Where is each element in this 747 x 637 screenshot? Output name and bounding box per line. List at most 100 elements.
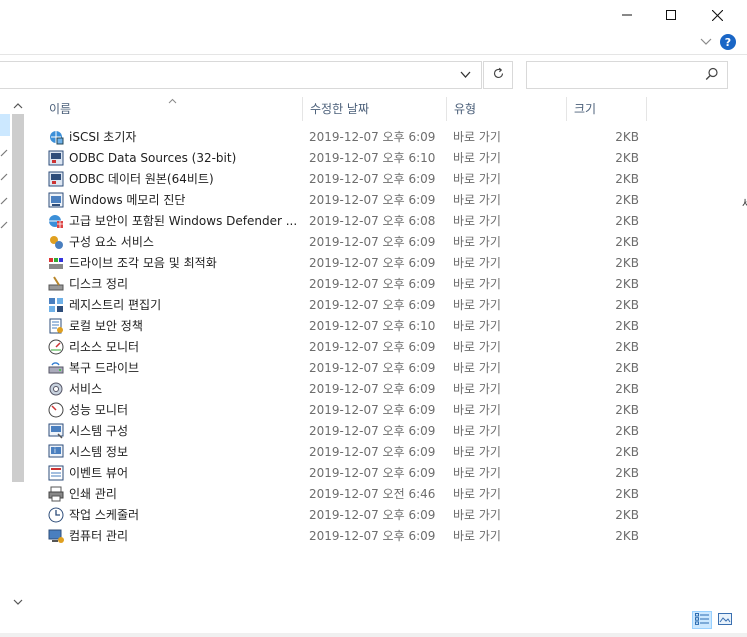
event-viewer-icon — [48, 465, 64, 481]
component-services-icon — [48, 234, 64, 250]
file-row[interactable]: i 시스템 정보 2019-12-07 오후 6:09 바로 가기 2KB — [44, 442, 646, 463]
file-type: 바로 가기 — [453, 445, 501, 459]
file-row[interactable]: 로컬 보안 정책 2019-12-07 오후 6:10 바로 가기 2KB — [44, 316, 646, 337]
odbc-icon — [48, 171, 64, 187]
scroll-down-button[interactable] — [13, 595, 23, 609]
minimize-button[interactable] — [604, 0, 650, 30]
refresh-button[interactable] — [483, 61, 513, 89]
file-date: 2019-12-07 오후 6:09 — [309, 508, 436, 522]
file-size: 2KB — [615, 235, 639, 249]
file-name: 컴퓨터 관리 — [69, 529, 129, 543]
file-name: 고급 보안이 포함된 Windows Defender ... — [69, 214, 298, 228]
file-size: 2KB — [615, 382, 639, 396]
file-size: 2KB — [615, 445, 639, 459]
registry-editor-icon — [48, 297, 64, 313]
file-name: 작업 스케줄러 — [69, 508, 140, 522]
task-scheduler-icon — [48, 507, 64, 523]
minimize-icon — [622, 10, 632, 20]
file-name: 드라이브 조각 모음 및 최적화 — [69, 256, 217, 270]
system-configuration-icon — [48, 423, 64, 439]
help-button[interactable]: ? — [720, 34, 736, 50]
file-size: 2KB — [615, 319, 639, 333]
file-row[interactable]: ODBC Data Sources (32-bit) 2019-12-07 오후 … — [44, 148, 646, 169]
details-view-button[interactable] — [692, 611, 712, 629]
file-date: 2019-12-07 오후 6:09 — [309, 298, 436, 312]
column-separator[interactable] — [566, 97, 567, 121]
file-row[interactable]: iSCSI 초기자 2019-12-07 오후 6:09 바로 가기 2KB — [44, 127, 646, 148]
recovery-drive-icon — [48, 360, 64, 376]
ribbon-expand-button[interactable] — [700, 36, 712, 50]
file-name: ODBC Data Sources (32-bit) — [69, 151, 237, 165]
file-size: 2KB — [615, 424, 639, 438]
file-name: 복구 드라이브 — [69, 361, 140, 375]
column-separator[interactable] — [646, 97, 647, 121]
scroll-up-button[interactable] — [13, 99, 23, 113]
file-row[interactable]: 서비스 2019-12-07 오후 6:09 바로 가기 2KB — [44, 379, 646, 400]
file-row[interactable]: 구성 요소 서비스 2019-12-07 오후 6:09 바로 가기 2KB — [44, 232, 646, 253]
pin-icon — [0, 146, 8, 157]
search-icon[interactable] — [705, 67, 719, 84]
column-header-size[interactable]: 크기 — [574, 97, 644, 121]
window-bottom-border — [0, 633, 747, 637]
address-dropdown-button[interactable] — [454, 61, 476, 89]
file-type: 바로 가기 — [453, 235, 501, 249]
file-row[interactable]: 드라이브 조각 모음 및 최적화 2019-12-07 오후 6:09 바로 가기 2… — [44, 253, 646, 274]
file-date: 2019-12-07 오후 6:10 — [309, 319, 436, 333]
column-separator[interactable] — [302, 97, 303, 121]
address-bar[interactable] — [0, 61, 482, 89]
large-icons-view-button[interactable] — [715, 611, 735, 629]
file-size: 2KB — [615, 361, 639, 375]
file-row[interactable]: 시스템 구성 2019-12-07 오후 6:09 바로 가기 2KB — [44, 421, 646, 442]
file-date: 2019-12-07 오후 6:09 — [309, 256, 436, 270]
file-row[interactable]: 컴퓨터 관리 2019-12-07 오후 6:09 바로 가기 2KB — [44, 526, 646, 547]
nav-scrollbar-thumb[interactable] — [12, 114, 24, 482]
file-row[interactable]: 고급 보안이 포함된 Windows Defender ... 2019-12-0… — [44, 211, 646, 232]
file-name: 리소스 모니터 — [69, 340, 140, 354]
search-input[interactable] — [526, 61, 728, 89]
memory-diagnostic-icon — [48, 192, 64, 208]
file-name: 서비스 — [69, 382, 103, 396]
chevron-down-icon — [460, 68, 471, 82]
file-row[interactable]: Windows 메모리 진단 2019-12-07 오후 6:09 바로 가기 2KB — [44, 190, 646, 211]
pin-icon — [0, 194, 8, 205]
iscsi-icon — [48, 129, 64, 145]
file-row[interactable]: 레지스트리 편집기 2019-12-07 오후 6:09 바로 가기 2KB — [44, 295, 646, 316]
file-type: 바로 가기 — [453, 256, 501, 270]
file-row[interactable]: ODBC 데이터 원본(64비트) 2019-12-07 오후 6:09 바로 가기… — [44, 169, 646, 190]
file-row[interactable]: 이벤트 뷰어 2019-12-07 오후 6:09 바로 가기 2KB — [44, 463, 646, 484]
column-header-date[interactable]: 수정한 날짜 — [310, 97, 445, 121]
column-separator[interactable] — [446, 97, 447, 121]
file-row[interactable]: 리소스 모니터 2019-12-07 오후 6:09 바로 가기 2KB — [44, 337, 646, 358]
defrag-icon — [48, 255, 64, 271]
column-header-name[interactable]: 이름 — [49, 97, 299, 121]
file-date: 2019-12-07 오후 6:09 — [309, 403, 436, 417]
file-size: 2KB — [615, 466, 639, 480]
file-date: 2019-12-07 오후 6:09 — [309, 424, 436, 438]
file-row[interactable]: 복구 드라이브 2019-12-07 오후 6:09 바로 가기 2KB — [44, 358, 646, 379]
file-type: 바로 가기 — [453, 403, 501, 417]
file-row[interactable]: 인쇄 관리 2019-12-07 오전 6:46 바로 가기 2KB — [44, 484, 646, 505]
file-name: 시스템 정보 — [69, 445, 129, 459]
file-size: 2KB — [615, 529, 639, 543]
maximize-button[interactable] — [648, 0, 694, 30]
file-name: 로컬 보안 정책 — [69, 319, 143, 333]
file-row[interactable]: 성능 모니터 2019-12-07 오후 6:09 바로 가기 2KB — [44, 400, 646, 421]
refresh-icon — [492, 67, 505, 83]
firewall-icon — [48, 213, 64, 229]
file-name: 성능 모니터 — [69, 403, 129, 417]
file-row[interactable]: 작업 스케줄러 2019-12-07 오후 6:09 바로 가기 2KB — [44, 505, 646, 526]
file-size: 2KB — [615, 151, 639, 165]
pin-icon — [0, 170, 8, 181]
file-name: 구성 요소 서비스 — [69, 235, 154, 249]
file-name: ODBC 데이터 원본(64비트) — [69, 172, 214, 186]
file-date: 2019-12-07 오후 6:09 — [309, 172, 436, 186]
file-size: 2KB — [615, 172, 639, 186]
close-button[interactable] — [694, 0, 740, 30]
nav-selected-item[interactable] — [0, 114, 10, 136]
close-icon — [711, 9, 723, 21]
column-header-type[interactable]: 유형 — [454, 97, 564, 121]
file-row[interactable]: 디스크 정리 2019-12-07 오후 6:09 바로 가기 2KB — [44, 274, 646, 295]
file-type: 바로 가기 — [453, 298, 501, 312]
file-date: 2019-12-07 오후 6:09 — [309, 130, 436, 144]
file-type: 바로 가기 — [453, 340, 501, 354]
